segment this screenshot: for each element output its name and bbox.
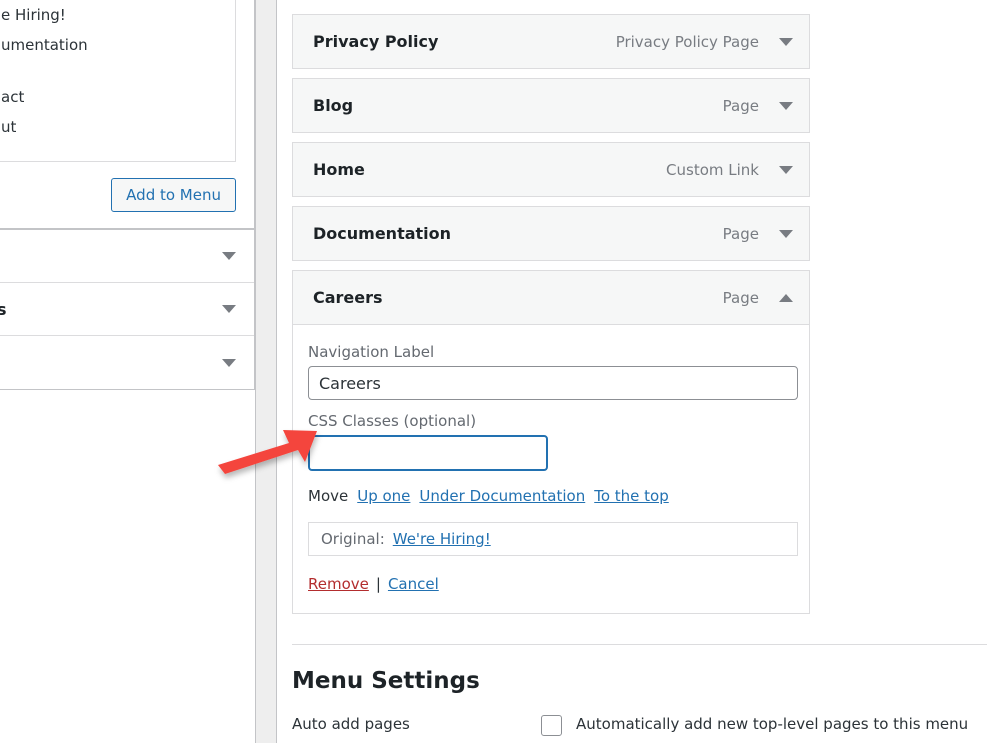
- original-page-link[interactable]: We're Hiring!: [393, 530, 491, 548]
- menu-item-type: Page: [722, 224, 759, 243]
- original-field: Original: We're Hiring!: [308, 522, 798, 556]
- list-item-label: e Hiring!: [1, 6, 66, 24]
- menu-settings-heading: Menu Settings: [292, 668, 480, 694]
- edit-panel-actions: Remove | Cancel: [308, 575, 794, 593]
- menu-item-row-home[interactable]: Home Custom Link: [292, 142, 810, 197]
- separator: |: [375, 575, 381, 593]
- column-gutter: [255, 0, 277, 743]
- original-prefix-label: Original:: [321, 530, 385, 548]
- pages-metabox: e Hiring! umentation act ut All Add to M…: [0, 0, 255, 230]
- chevron-down-icon[interactable]: [779, 229, 793, 238]
- css-classes-input[interactable]: [308, 435, 548, 471]
- auto-add-pages-checkbox-label: Automatically add new top-level pages to…: [576, 715, 969, 733]
- chevron-down-icon[interactable]: [779, 37, 793, 46]
- menu-structure-panel: Privacy Policy Privacy Policy Page Blog …: [278, 0, 987, 743]
- navigation-label-input[interactable]: [308, 366, 798, 400]
- accordion-header[interactable]: s: [0, 336, 254, 389]
- list-item-label: umentation: [1, 36, 88, 54]
- menu-item-row-blog[interactable]: Blog Page: [292, 78, 810, 133]
- menu-item-type: Page: [722, 96, 759, 115]
- chevron-down-icon[interactable]: [222, 358, 236, 367]
- menu-items-list: Privacy Policy Privacy Policy Page Blog …: [278, 0, 987, 614]
- menu-item-row-documentation[interactable]: Documentation Page: [292, 206, 810, 261]
- add-to-menu-button[interactable]: Add to Menu: [111, 178, 236, 212]
- add-menu-items-sidebar: e Hiring! umentation act ut All Add to M…: [0, 0, 255, 422]
- auto-add-pages-row: Auto add pages Automatically add new top…: [292, 715, 987, 736]
- accordion-header[interactable]: nks: [0, 283, 254, 336]
- css-classes-label: CSS Classes (optional): [308, 412, 477, 430]
- move-to-the-top-link[interactable]: To the top: [594, 487, 669, 505]
- menu-item-title: Careers: [313, 288, 383, 307]
- move-up-one-link[interactable]: Up one: [357, 487, 410, 505]
- auto-add-pages-label: Auto add pages: [292, 715, 410, 733]
- list-item-label: ut: [1, 118, 17, 136]
- menu-item-title: Blog: [313, 96, 354, 115]
- menu-item-title: Documentation: [313, 224, 452, 243]
- menu-item-meta: Privacy Policy Page: [616, 33, 793, 51]
- accordion-title: nks: [0, 299, 7, 319]
- move-label: Move: [308, 487, 349, 505]
- menu-item-meta: Page: [723, 225, 793, 243]
- menu-item-row-privacy-policy[interactable]: Privacy Policy Privacy Policy Page: [292, 14, 810, 69]
- menu-item-type: Privacy Policy Page: [615, 32, 759, 51]
- chevron-down-icon[interactable]: [779, 101, 793, 110]
- chevron-up-icon[interactable]: [779, 293, 793, 302]
- auto-add-pages-checkbox[interactable]: [541, 715, 562, 736]
- pages-metabox-actions: All Add to Menu: [0, 162, 254, 229]
- menu-item-type: Page: [722, 288, 759, 307]
- list-item[interactable]: e Hiring!: [0, 0, 235, 30]
- accordion-header[interactable]: [0, 230, 254, 283]
- list-item[interactable]: ut: [0, 112, 235, 142]
- menu-item-edit-panel-careers: Navigation Label CSS Classes (optional) …: [292, 325, 810, 614]
- list-item[interactable]: act: [0, 82, 235, 112]
- cancel-link[interactable]: Cancel: [388, 575, 439, 593]
- chevron-down-icon[interactable]: [779, 165, 793, 174]
- menu-item-title: Privacy Policy: [313, 32, 439, 51]
- pages-checkbox-list[interactable]: e Hiring! umentation act ut: [0, 0, 236, 162]
- section-divider: [292, 644, 987, 645]
- list-item[interactable]: umentation: [0, 30, 235, 60]
- menu-item-type: Custom Link: [666, 160, 759, 179]
- menu-item-meta: Page: [723, 97, 793, 115]
- menu-item-meta: Page: [723, 289, 793, 307]
- navigation-label-label: Navigation Label: [308, 343, 435, 361]
- chevron-down-icon[interactable]: [222, 305, 236, 313]
- list-item-label: act: [1, 88, 25, 106]
- move-under-documentation-link[interactable]: Under Documentation: [419, 487, 585, 505]
- remove-link[interactable]: Remove: [308, 575, 369, 593]
- sidebar-accordion-posts[interactable]: nks s: [0, 230, 255, 390]
- chevron-down-icon[interactable]: [222, 252, 236, 260]
- menu-item-title: Home: [313, 160, 365, 179]
- menu-item-row-careers[interactable]: Careers Page: [292, 270, 810, 325]
- menu-item-meta: Custom Link: [666, 161, 793, 179]
- move-controls: Move Up one Under Documentation To the t…: [308, 487, 794, 505]
